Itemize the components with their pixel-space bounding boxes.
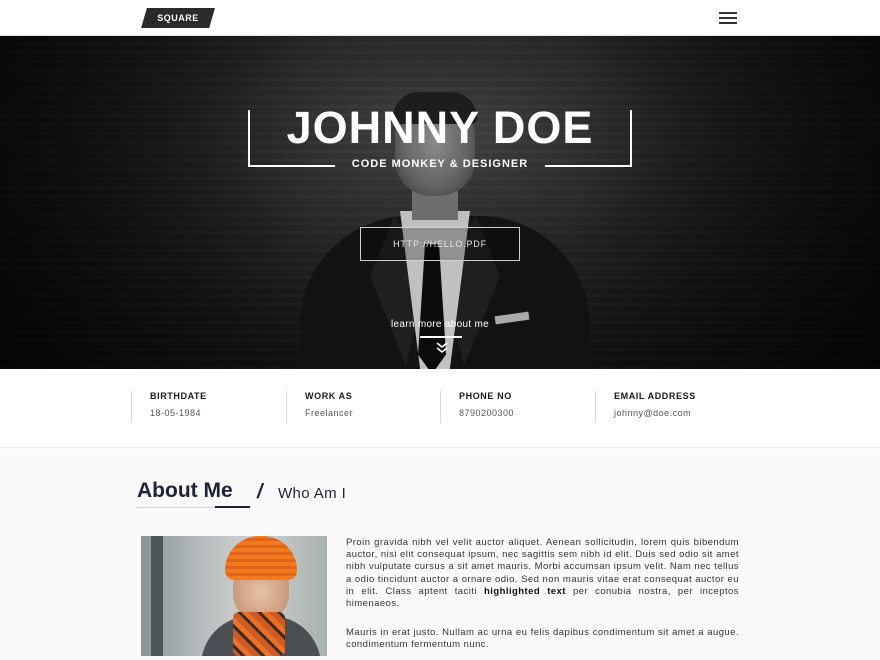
info-value: Freelancer — [305, 408, 354, 418]
info-work: WORK AS Freelancer — [286, 391, 353, 423]
info-phone: PHONE NO 8790200300 — [440, 391, 514, 423]
logo-text: SQUARE — [157, 13, 199, 23]
info-label: PHONE NO — [459, 391, 512, 401]
info-label: WORK AS — [305, 391, 353, 401]
info-value: 8790200300 — [459, 408, 515, 418]
learn-more-link[interactable]: learn more about me — [340, 319, 540, 330]
double-chevron-down-icon[interactable] — [436, 340, 448, 354]
resume-link-button[interactable]: HTTP://HELLO.PDF — [360, 227, 520, 261]
hero-frame-line-left — [248, 165, 335, 167]
about-paragraph-1: Proin gravida nibh vel velit auctor aliq… — [346, 537, 739, 610]
about-subtitle: Who Am I — [278, 485, 347, 502]
info-birthdate: BIRTHDATE 18-05-1984 — [131, 391, 207, 423]
info-email: EMAIL ADDRESS johnny@doe.com — [595, 391, 696, 423]
about-divider-accent — [215, 506, 250, 508]
about-title: About Me — [137, 479, 233, 502]
about-divider — [137, 507, 215, 508]
info-label: EMAIL ADDRESS — [614, 391, 696, 401]
hamburger-menu-icon[interactable] — [719, 12, 737, 24]
about-paragraph-2: Mauris in erat justo. Nullam ac urna eu … — [346, 627, 739, 651]
info-label: BIRTHDATE — [150, 391, 207, 401]
learn-more-underline — [420, 336, 462, 338]
hero-role: CODE MONKEY & DESIGNER — [351, 158, 529, 170]
hero-frame-line-right — [545, 165, 632, 167]
hero-name: JOHNNY DOE — [286, 102, 594, 153]
email-link[interactable]: johnny@doe.com — [614, 408, 696, 418]
logo[interactable]: SQUARE — [144, 8, 212, 28]
about-title-slash: / — [257, 481, 263, 503]
info-strip: BIRTHDATE 18-05-1984 WORK AS Freelancer … — [0, 369, 880, 448]
highlighted-text: highlighted text — [484, 585, 566, 597]
top-navbar: SQUARE — [0, 0, 880, 36]
about-photo — [141, 536, 327, 656]
info-value: 18-05-1984 — [150, 408, 202, 418]
